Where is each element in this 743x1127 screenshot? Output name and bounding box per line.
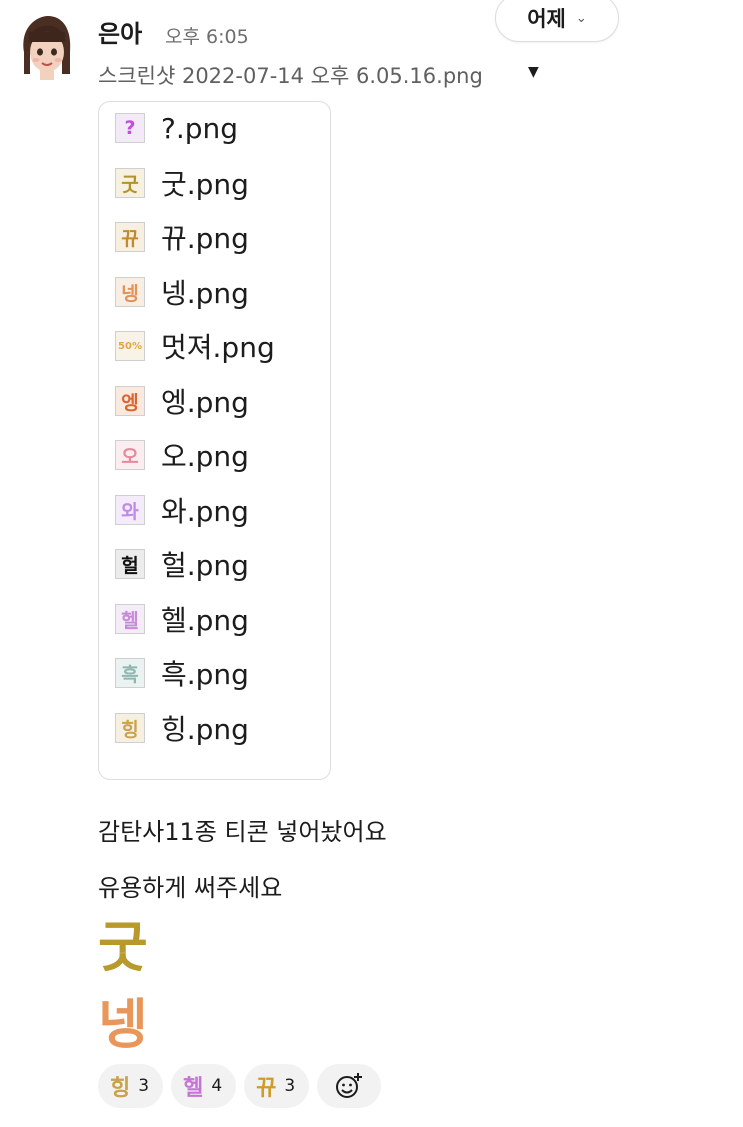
- chevron-down-icon: ⌄: [575, 10, 587, 26]
- memoji-avatar-icon: [23, 16, 71, 80]
- message-timestamp[interactable]: 오후 6:05: [165, 22, 249, 49]
- emoji-file-icon: 뀨: [115, 222, 145, 252]
- file-list-item: 엥 엥.png: [115, 383, 249, 419]
- emoji-file-icon: 엥: [115, 386, 145, 416]
- reaction-count: 4: [211, 1076, 223, 1096]
- file-list-label: 흑.png: [161, 658, 249, 691]
- file-list-label: 엥.png: [161, 386, 249, 419]
- reaction-count: 3: [138, 1076, 150, 1096]
- emoji-file-icon: 50%: [115, 331, 145, 361]
- file-list-item: 와 와.png: [115, 492, 249, 528]
- file-list-item: 넹 넹.png: [115, 274, 249, 310]
- file-list-label: 뀨.png: [161, 222, 249, 255]
- reaction-pill[interactable]: 뀨 3: [244, 1064, 310, 1108]
- file-list-label: 힝.png: [161, 713, 249, 746]
- reaction-emoji: 힝: [110, 1076, 131, 1101]
- add-reaction-icon: [336, 1073, 363, 1098]
- reaction-emoji: 뀨: [256, 1076, 277, 1101]
- custom-emoji-good: 굿: [98, 916, 148, 979]
- file-list-item: 헐 헐.png: [115, 546, 249, 582]
- file-list-label: 오.png: [161, 440, 249, 473]
- file-list-label: 멋져.png: [161, 331, 275, 364]
- reaction-emoji: 헬: [183, 1076, 204, 1101]
- file-list-item: 뀨 뀨.png: [115, 219, 249, 255]
- author-name[interactable]: 은아: [98, 14, 142, 49]
- reaction-bar: 힝 3 헬 4 뀨 3: [98, 1064, 382, 1108]
- message-text-line: 감탄사11종 티콘 넣어놨어요: [98, 818, 387, 846]
- emoji-file-icon: 넹: [115, 277, 145, 307]
- file-list-item: 굿 굿.png: [115, 165, 249, 201]
- file-list-label: 헬.png: [161, 604, 249, 637]
- emoji-file-icon: 와: [115, 495, 145, 525]
- file-list-label: 굿.png: [161, 168, 249, 201]
- file-list-label: 헐.png: [161, 549, 249, 582]
- reaction-count: 3: [284, 1076, 296, 1096]
- emoji-file-icon: 오: [115, 440, 145, 470]
- file-list-label: ?.png: [161, 111, 239, 145]
- reaction-pill[interactable]: 힝 3: [98, 1064, 164, 1108]
- reaction-pill[interactable]: 헬 4: [171, 1064, 237, 1108]
- custom-emoji-neng: 넹: [98, 993, 148, 1056]
- caret-down-icon[interactable]: ▼: [528, 64, 539, 80]
- emoji-file-icon: 굿: [115, 168, 145, 198]
- attachment-file-name[interactable]: 스크린샷 2022-07-14 오후 6.05.16.png: [98, 60, 483, 90]
- file-list-item: ? ?.png: [115, 110, 238, 146]
- file-list-label: 와.png: [161, 495, 249, 528]
- add-reaction-button[interactable]: [317, 1064, 382, 1108]
- message-text-line: 유용하게 써주세요: [98, 874, 283, 902]
- file-list-item: 흑 흑.png: [115, 655, 249, 691]
- emoji-file-icon: 힝: [115, 713, 145, 743]
- date-jump-label: 어제: [527, 7, 566, 31]
- avatar[interactable]: [18, 14, 74, 84]
- file-list-item: 헬 헬.png: [115, 601, 249, 637]
- date-jump-button[interactable]: 어제 ⌄: [495, 0, 619, 42]
- file-list-label: 넹.png: [161, 277, 249, 310]
- file-list-item: 50% 멋져.png: [115, 328, 275, 364]
- file-list-item: 힝 힝.png: [115, 710, 249, 746]
- emoji-file-icon: 흑: [115, 658, 145, 688]
- emoji-file-icon: 헬: [115, 604, 145, 634]
- attachment-image-preview[interactable]: ? ?.png 굿 굿.png 뀨 뀨.png 넹 넹.png 50% 멋져.png 엥 엥.png 오…: [98, 101, 331, 780]
- emoji-file-icon: 헐: [115, 549, 145, 579]
- file-list-item: 오 오.png: [115, 437, 249, 473]
- emoji-file-icon: ?: [115, 113, 145, 143]
